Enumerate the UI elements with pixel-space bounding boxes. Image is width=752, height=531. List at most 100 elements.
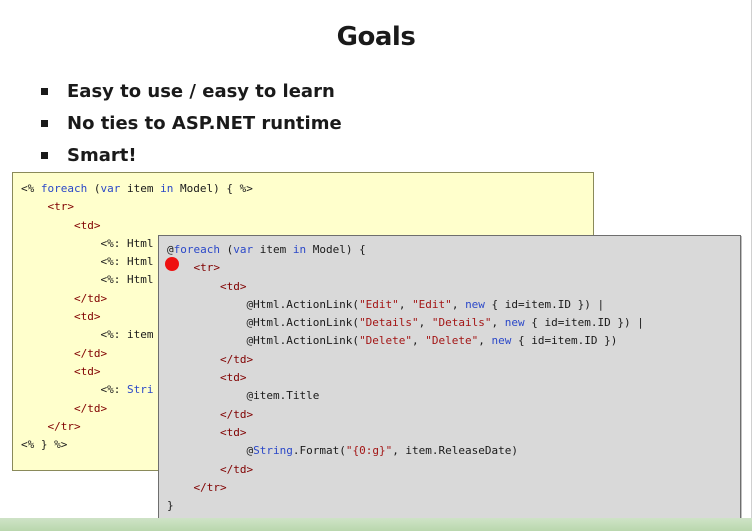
code-token: <% } %> [21,438,68,452]
code-token: , item.ReleaseDate) [392,444,519,458]
code-token: "Edit" [412,297,452,311]
code-token: .Format( [292,444,346,458]
code-token: } [167,499,174,513]
code-line: </td> [167,461,740,479]
code-token: <td> [219,371,247,385]
code-token: <td> [73,310,101,324]
code-line: </tr> [167,479,740,497]
code-token: </td> [73,401,108,415]
code-token: <% [21,182,35,195]
code-token: , [451,297,466,311]
goals-list: Easy to use / easy to learn No ties to A… [38,79,342,175]
code-token: , [412,334,426,348]
code-token: <td> [73,218,101,232]
code-token: "Details" [431,316,492,330]
code-token: item [253,243,293,256]
code-line: <td> [167,278,740,296]
code-token: @Html.ActionLink( [167,297,360,311]
code-token: , [418,316,432,330]
code-token: ( [219,243,234,256]
code-token: new [504,316,525,330]
code-line: @foreach (var item in Model) { [167,241,740,259]
code-token: <td> [219,425,247,439]
code-token: <%: Html [21,273,154,287]
code-token: </td> [219,352,254,366]
code-token: <%: Html [21,236,154,250]
square-bullet-icon [41,88,48,95]
code-token: <td> [73,364,101,378]
code-token: <%: Html [21,255,154,269]
code-token: @ [167,243,174,256]
goal-item: Smart! [38,143,342,175]
slide-bottom-edge [0,518,752,531]
goal-text: No ties to ASP.NET runtime [67,113,342,134]
code-token: <tr> [193,261,221,275]
code-line: @Html.ActionLink("Delete", "Delete", new… [167,332,740,350]
code-token: String [253,444,293,458]
code-token: foreach [34,182,94,195]
code-token: @ [167,444,254,458]
code-token: </td> [73,291,108,305]
code-line: @item.Title [167,387,740,405]
goal-item: No ties to ASP.NET runtime [38,111,342,143]
code-token: @Html.ActionLink( [167,334,360,348]
code-token: </td> [219,462,254,476]
code-token: in [160,182,174,195]
code-token: { id=item.ID }) | [484,297,605,311]
code-line: @Html.ActionLink("Edit", "Edit", new { i… [167,296,740,314]
code-line: <tr> [167,259,740,277]
code-token: Model) { %> [173,182,253,195]
code-token: , [478,334,492,348]
code-token: "{0:g}" [345,444,393,458]
code-line: @String.Format("{0:g}", item.ReleaseDate… [167,442,740,460]
code-token: item [120,182,161,195]
code-token: in [292,243,307,256]
code-token: { id=item.ID }) | [524,316,644,330]
slide: Goals Easy to use / easy to learn No tie… [0,0,752,531]
code-token: "Delete" [359,334,413,348]
code-line: @Html.ActionLink("Details", "Details", n… [167,314,740,332]
slide-title: Goals [336,22,416,52]
code-token: "Delete" [425,334,479,348]
code-token: </td> [73,346,108,360]
code-token: foreach [173,243,220,256]
code-line: <td> [21,217,593,235]
razor-code-block: @foreach (var item in Model) { <tr> <td>… [158,235,741,528]
code-token: var [233,243,254,256]
code-token: <%: item [21,328,154,342]
goal-item: Easy to use / easy to learn [38,79,342,111]
code-token: <td> [219,279,247,293]
code-line: <td> [167,424,740,442]
code-token: @Html.ActionLink( [167,316,360,330]
code-line: <tr> [21,198,593,216]
code-token: , [398,297,413,311]
code-token: </tr> [47,419,81,433]
code-token: <tr> [47,200,75,214]
code-token: <%: [21,383,127,397]
code-token: var [100,182,121,195]
code-token: @item.Title [167,389,320,403]
breakpoint-dot-icon [165,257,179,271]
code-token: Stri [126,383,154,397]
code-token: new [491,334,512,348]
code-line: </td> [167,406,740,424]
goal-text: Easy to use / easy to learn [67,81,335,102]
code-token: "Edit" [359,297,399,311]
code-token: "Details" [359,316,419,330]
code-token: </td> [219,407,254,421]
code-token: , [491,316,505,330]
code-token: new [465,297,485,311]
code-line: } [167,497,740,515]
